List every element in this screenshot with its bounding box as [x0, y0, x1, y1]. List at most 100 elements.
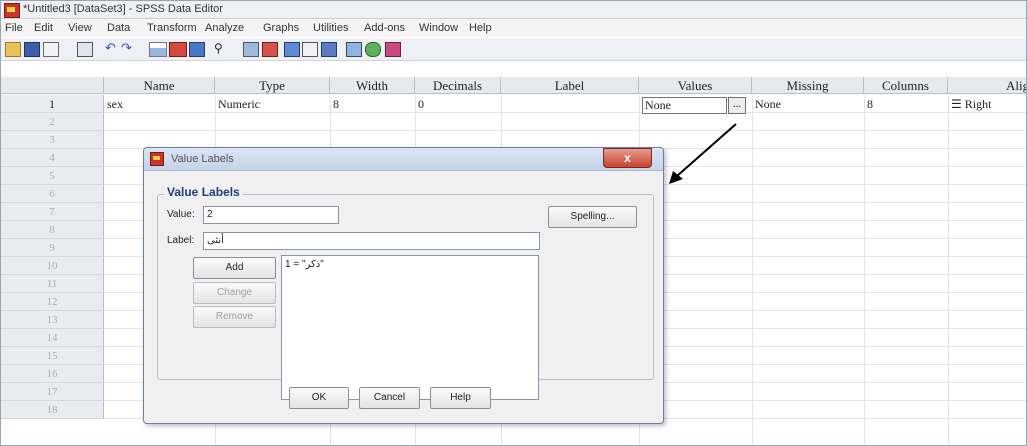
cell-missing-1[interactable]: None	[755, 96, 781, 112]
help-button[interactable]: Help	[430, 387, 491, 409]
cell-type-1[interactable]: Numeric	[218, 96, 260, 112]
value-labels-icon[interactable]	[346, 42, 362, 57]
row-gridline	[104, 130, 1026, 131]
label-label: Label:	[167, 235, 195, 246]
menu-transform[interactable]: Transform	[147, 22, 197, 34]
menu-edit[interactable]: Edit	[34, 22, 53, 34]
open-folder-icon[interactable]	[5, 42, 21, 57]
spelling-button[interactable]: Spelling...	[548, 206, 637, 228]
print-icon[interactable]	[43, 42, 59, 57]
menu-help[interactable]: Help	[469, 22, 492, 34]
menu-bar: File Edit View Data Transform Analyze Gr…	[1, 19, 1026, 37]
change-button[interactable]: Change	[193, 282, 276, 304]
cancel-button[interactable]: Cancel	[359, 387, 420, 409]
column-gridline	[752, 95, 753, 445]
find-icon[interactable]: ⚲	[214, 42, 228, 55]
list-item[interactable]: 1 = "ذكر"	[285, 259, 324, 270]
use-sets-icon[interactable]	[365, 42, 381, 57]
dialog-title-bar: Value Labels x	[144, 148, 663, 171]
close-icon: x	[624, 151, 631, 165]
row-number[interactable]: 10	[1, 257, 104, 275]
close-button[interactable]: x	[603, 148, 652, 168]
column-header-align[interactable]: Align	[948, 77, 1026, 94]
cell-decimals-1[interactable]: 0	[418, 96, 424, 112]
select-cases-icon[interactable]	[321, 42, 337, 57]
column-gridline	[948, 95, 949, 445]
row-gridline	[104, 112, 1026, 113]
row-number[interactable]: 9	[1, 239, 104, 257]
menu-addons[interactable]: Add-ons	[364, 22, 405, 34]
column-gridline	[864, 95, 865, 445]
spss-app-icon	[4, 3, 20, 18]
row-number[interactable]: 2	[1, 113, 104, 131]
values-ellipsis-button[interactable]: ...	[728, 97, 746, 114]
cell-values-text: None	[645, 98, 671, 112]
group-label: Value Labels	[164, 185, 243, 199]
window-title: *Untitled3 [DataSet3] - SPSS Data Editor	[23, 3, 223, 15]
row-number[interactable]: 7	[1, 203, 104, 221]
menu-analyze[interactable]: Analyze	[205, 22, 244, 34]
row-number[interactable]: 12	[1, 293, 104, 311]
row-number[interactable]: 17	[1, 383, 104, 401]
show-all-variables-icon[interactable]	[385, 42, 401, 57]
cell-align-1[interactable]: ☰ Right	[951, 96, 991, 112]
value-label: Value:	[167, 209, 195, 220]
grid-corner	[1, 77, 104, 94]
value-labels-list[interactable]: 1 = "ذكر"	[281, 255, 539, 400]
align-right-icon: ☰	[951, 97, 962, 111]
row-number[interactable]: 15	[1, 347, 104, 365]
menu-window[interactable]: Window	[419, 22, 458, 34]
column-header-type[interactable]: Type	[215, 77, 330, 94]
row-number[interactable]: 1	[1, 95, 104, 113]
title-bar: *Untitled3 [DataSet3] - SPSS Data Editor	[1, 1, 1026, 19]
spss-window: *Untitled3 [DataSet3] - SPSS Data Editor…	[0, 0, 1027, 446]
remove-button[interactable]: Remove	[193, 306, 276, 328]
toolbar: ↶ ↷ ⚲	[1, 38, 1026, 61]
row-number[interactable]: 5	[1, 167, 104, 185]
cell-values-1[interactable]: None	[642, 97, 727, 114]
column-header-width[interactable]: Width	[330, 77, 415, 94]
variables-icon[interactable]	[189, 42, 205, 57]
row-number[interactable]: 14	[1, 329, 104, 347]
column-header-name[interactable]: Name	[104, 77, 215, 94]
menu-graphs[interactable]: Graphs	[263, 22, 299, 34]
split-file-icon[interactable]	[284, 42, 300, 57]
row-number[interactable]: 6	[1, 185, 104, 203]
cell-align-text: Right	[964, 97, 992, 111]
goto-variable-icon[interactable]	[169, 42, 187, 57]
row-number[interactable]: 11	[1, 275, 104, 293]
goto-case-icon[interactable]	[149, 42, 167, 57]
insert-cases-icon[interactable]	[243, 42, 259, 57]
menu-utilities[interactable]: Utilities	[313, 22, 348, 34]
row-number[interactable]: 18	[1, 401, 104, 419]
cell-name-1[interactable]: sex	[107, 96, 123, 112]
weight-cases-icon[interactable]	[302, 42, 318, 57]
label-input[interactable]: أنثى	[203, 232, 540, 250]
column-header-values[interactable]: Values	[639, 77, 752, 94]
row-number[interactable]: 4	[1, 149, 104, 167]
cell-width-1[interactable]: 8	[333, 96, 339, 112]
add-button[interactable]: Add	[193, 257, 276, 279]
value-labels-dialog: Value Labels x Value Labels Value: 2 Spe…	[143, 147, 664, 424]
ok-button[interactable]: OK	[289, 387, 349, 409]
column-header-columns[interactable]: Columns	[864, 77, 948, 94]
dialog-recall-icon[interactable]	[77, 42, 93, 57]
undo-icon[interactable]: ↶	[105, 41, 118, 55]
menu-view[interactable]: View	[68, 22, 92, 34]
menu-file[interactable]: File	[5, 22, 23, 34]
row-number[interactable]: 8	[1, 221, 104, 239]
redo-icon[interactable]: ↷	[121, 41, 134, 55]
cell-columns-1[interactable]: 8	[867, 96, 873, 112]
column-header-missing[interactable]: Missing	[752, 77, 864, 94]
dialog-title: Value Labels	[171, 153, 234, 165]
insert-variable-icon[interactable]	[262, 42, 278, 57]
value-input[interactable]: 2	[203, 206, 339, 224]
menu-data[interactable]: Data	[107, 22, 130, 34]
column-header-label[interactable]: Label	[501, 77, 639, 94]
spss-dialog-icon	[150, 152, 164, 166]
save-icon[interactable]	[24, 42, 40, 57]
column-header-decimals[interactable]: Decimals	[415, 77, 501, 94]
row-number[interactable]: 3	[1, 131, 104, 149]
row-number[interactable]: 16	[1, 365, 104, 383]
row-number[interactable]: 13	[1, 311, 104, 329]
